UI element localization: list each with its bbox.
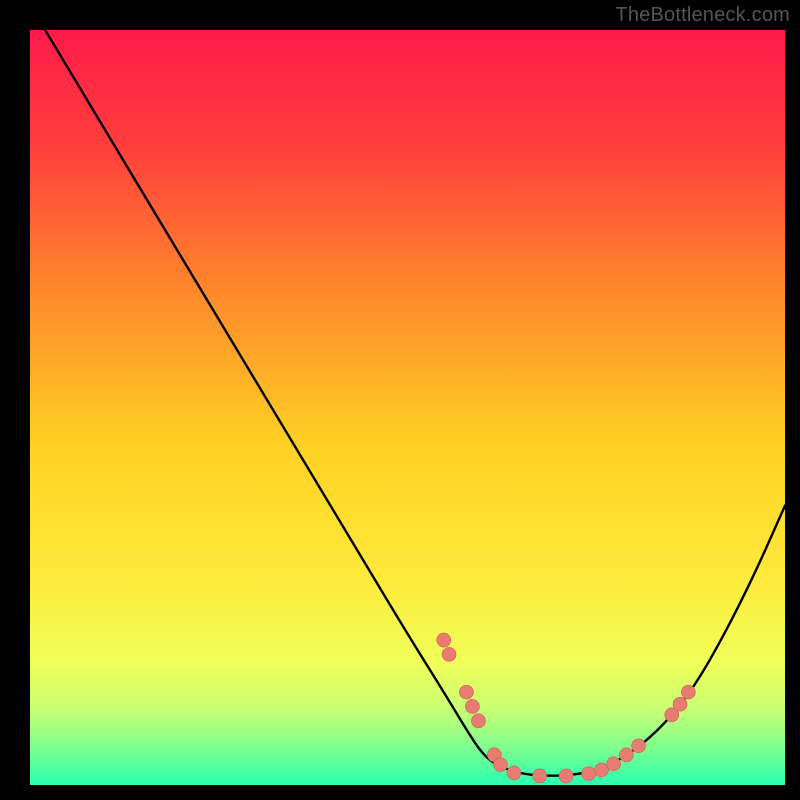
data-point <box>465 699 479 713</box>
chart-svg <box>30 30 785 785</box>
chart-container: TheBottleneck.com <box>0 0 800 800</box>
data-point <box>681 685 695 699</box>
watermark-text: TheBottleneck.com <box>615 4 790 27</box>
data-point <box>533 769 547 783</box>
data-point <box>632 739 646 753</box>
data-point <box>437 633 451 647</box>
data-point <box>493 758 507 772</box>
data-point <box>559 769 573 783</box>
data-point <box>471 714 485 728</box>
data-point <box>619 748 633 762</box>
data-point <box>442 647 456 661</box>
data-point <box>507 766 521 780</box>
data-point <box>459 685 473 699</box>
data-point <box>607 757 621 771</box>
gradient-background <box>30 30 785 785</box>
data-point <box>673 697 687 711</box>
data-point <box>582 767 596 781</box>
plot-area <box>30 30 785 785</box>
